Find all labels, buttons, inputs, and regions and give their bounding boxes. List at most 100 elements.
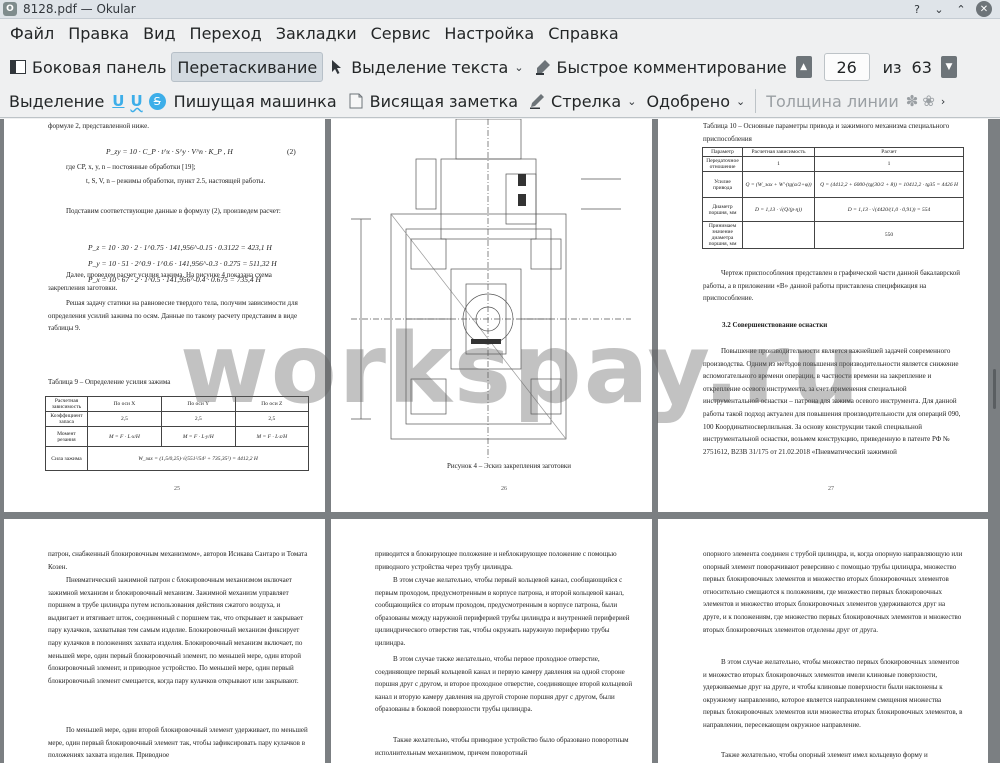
- formula-number: (2): [287, 147, 296, 156]
- menu-tools[interactable]: Сервис: [364, 20, 438, 48]
- table-caption: Таблица 10 – Основные параметры привода …: [703, 122, 950, 143]
- page-25: формуле 2, представленной ниже. P_zy = 1…: [4, 119, 325, 512]
- table-cell: M = F · L·y/H: [160, 426, 236, 447]
- highlight-tool-label: Выделение: [9, 91, 105, 111]
- table-cell: W_зах = (1,5/0,25)·√(551²/54² + 735,35²)…: [87, 446, 309, 471]
- scrollbar-thumb[interactable]: [993, 369, 996, 409]
- page-text: формуле 2, представленной ниже.: [48, 122, 149, 130]
- chevron-down-icon[interactable]: ⌄: [514, 61, 523, 74]
- data-table: Расчетная зависимость По оси X По оси Y …: [45, 396, 310, 471]
- okular-app-icon: O: [3, 2, 17, 16]
- menu-help[interactable]: Справка: [541, 20, 626, 48]
- chevron-down-icon[interactable]: ⌄: [627, 95, 636, 108]
- page-text: Подставим соответствующие данные в форму…: [66, 207, 281, 215]
- underline-tool-button[interactable]: U: [109, 86, 127, 116]
- menu-settings[interactable]: Настройка: [437, 20, 541, 48]
- menu-edit[interactable]: Правка: [61, 20, 136, 48]
- quick-comment-label: Быстрое комментирование: [556, 57, 787, 77]
- page-text: Чертеж приспособления представлен в граф…: [703, 269, 961, 303]
- table-row: Момент резания M = F · L·x/H M = F · L·y…: [45, 426, 310, 447]
- note-tool-button[interactable]: Висящая заметка: [342, 86, 523, 116]
- text-select-button[interactable]: Выделение текста ⌄: [323, 52, 528, 82]
- color-tool-button[interactable]: ✽: [904, 86, 921, 116]
- table-cell: По оси Z: [234, 396, 310, 412]
- quick-comment-button[interactable]: Быстрое комментирование: [529, 52, 792, 82]
- page-number: 26: [501, 486, 507, 492]
- table-row: Параметр Расчетная зависимость Расчет: [702, 147, 964, 157]
- highlight-tool-button[interactable]: Выделение: [4, 86, 109, 116]
- page-text: где CP, x, y, n – постоянные обработки […: [66, 163, 196, 171]
- table-cell: 550: [814, 221, 964, 249]
- line-width-label: Толщина линии: [766, 91, 899, 111]
- maximize-window-button[interactable]: ⌃: [954, 2, 968, 16]
- data-table: Параметр Расчетная зависимость Расчет Пе…: [702, 147, 964, 249]
- page-text: Повышение производительности является ва…: [703, 347, 961, 456]
- page-28: патрон, снабженный блокировочным механиз…: [4, 519, 325, 763]
- fixture-drawing: [351, 119, 631, 459]
- drag-mode-button[interactable]: Перетаскивание: [171, 52, 324, 82]
- squiggly-tool-button[interactable]: U: [127, 86, 145, 116]
- opacity-icon: ❀: [922, 92, 935, 110]
- page-text: В этом случае также желательно, чтобы пе…: [375, 655, 633, 714]
- table-cell: Коэффициент запаса: [45, 411, 88, 427]
- close-window-button[interactable]: ✕: [976, 1, 992, 17]
- vertical-scrollbar[interactable]: [990, 119, 1000, 763]
- help-window-icon[interactable]: ?: [910, 2, 924, 16]
- menu-view[interactable]: Вид: [136, 20, 182, 48]
- table-cell: Принимаем значение диаметра поршня, мм: [702, 221, 743, 249]
- formula: P_zy = 10 · C_P · t^x · S^y · V^n · K_P …: [106, 147, 233, 156]
- table-cell: 2,5: [234, 411, 310, 427]
- stamp-tool-button[interactable]: Одобрено ⌄: [641, 86, 750, 116]
- annotation-toolbar: Выделение U U S Пишущая машинка Висящая …: [0, 85, 1000, 118]
- table-cell: Усилие привода: [702, 171, 743, 198]
- table-row: Расчетная зависимость По оси X По оси Y …: [45, 396, 310, 412]
- table-cell: 2,5: [87, 411, 162, 427]
- table-cell: D = 1,13 · √(4420/(1,0 · 0,91)) = 554: [814, 197, 964, 222]
- page-text: Решая задачу статики на равновесие тверд…: [48, 299, 298, 333]
- page-number: 25: [174, 486, 180, 492]
- strikeout-icon: S: [148, 92, 166, 110]
- typewriter-tool-button[interactable]: Пишущая машинка: [169, 86, 342, 116]
- page-of-label: из: [882, 57, 902, 77]
- arrow-tool-button[interactable]: Стрелка ⌄: [523, 86, 641, 116]
- chevron-down-icon[interactable]: ⌄: [736, 95, 745, 108]
- table-row: Коэффициент запаса 2,5 2,5 2,5: [45, 411, 310, 427]
- more-tools-chevron-icon[interactable]: ›: [941, 95, 945, 108]
- page-text: патрон, снабженный блокировочным механиз…: [48, 550, 308, 571]
- page-text: В этом случае желательно, чтобы первый к…: [375, 576, 630, 647]
- table-cell: Q = (4412,2 + 6000·(tg(30/2 + 8)) = 1041…: [814, 171, 964, 198]
- toolbar-separator: [755, 89, 757, 113]
- menu-bookmarks[interactable]: Закладки: [269, 20, 364, 48]
- underline-icon: U: [112, 92, 125, 110]
- sidebar-icon: [9, 58, 27, 76]
- table-cell: По оси Y: [160, 396, 236, 412]
- menu-go[interactable]: Переход: [183, 20, 269, 48]
- document-viewport[interactable]: формуле 2, представленной ниже. P_zy = 1…: [0, 119, 1000, 763]
- table-row: Диаметр поршня, мм D = 1,13 · √(Q/(p·η))…: [702, 197, 964, 222]
- table-cell: M = F · L·x/H: [87, 426, 162, 447]
- opacity-tool-button[interactable]: ❀: [920, 86, 937, 116]
- table-cell: Сила зажима: [45, 446, 88, 471]
- page-text: опорного элемента соединен с трубой цили…: [703, 550, 963, 634]
- formula: P_z = 10 · 30 · 2 · 1^0.75 · 141,956^-0.…: [88, 243, 272, 252]
- page-number-input[interactable]: 26: [823, 53, 870, 81]
- table-row: Передаточное отношение 1 1: [702, 156, 964, 172]
- sidebar-button[interactable]: Боковая панель: [4, 52, 171, 82]
- page-26: Рисунок 4 – Эскиз закрепления заготовки …: [331, 119, 652, 512]
- page-30: опорного элемента соединен с трубой цили…: [658, 519, 988, 763]
- menu-file[interactable]: Файл: [3, 20, 61, 48]
- previous-page-button[interactable]: ▲: [795, 56, 812, 78]
- table-cell: Параметр: [702, 147, 743, 157]
- menu-bar: Файл Правка Вид Переход Закладки Сервис …: [0, 20, 1000, 48]
- arrow-tool-label: Стрелка: [551, 91, 622, 111]
- figure-caption: Рисунок 4 – Эскиз закрепления заготовки: [447, 462, 572, 470]
- marker-icon: [534, 58, 552, 76]
- minimize-window-button[interactable]: ⌄: [932, 2, 946, 16]
- typewriter-tool-label: Пишущая машинка: [173, 91, 337, 111]
- line-width-button[interactable]: Толщина линии: [761, 86, 904, 116]
- strikeout-tool-button[interactable]: S: [146, 86, 169, 116]
- table-cell: 2,5: [160, 411, 236, 427]
- page-text: По меньшей мере, один второй блокировочн…: [48, 726, 308, 760]
- next-page-button[interactable]: ▼: [940, 56, 957, 78]
- pen-icon: [528, 92, 546, 110]
